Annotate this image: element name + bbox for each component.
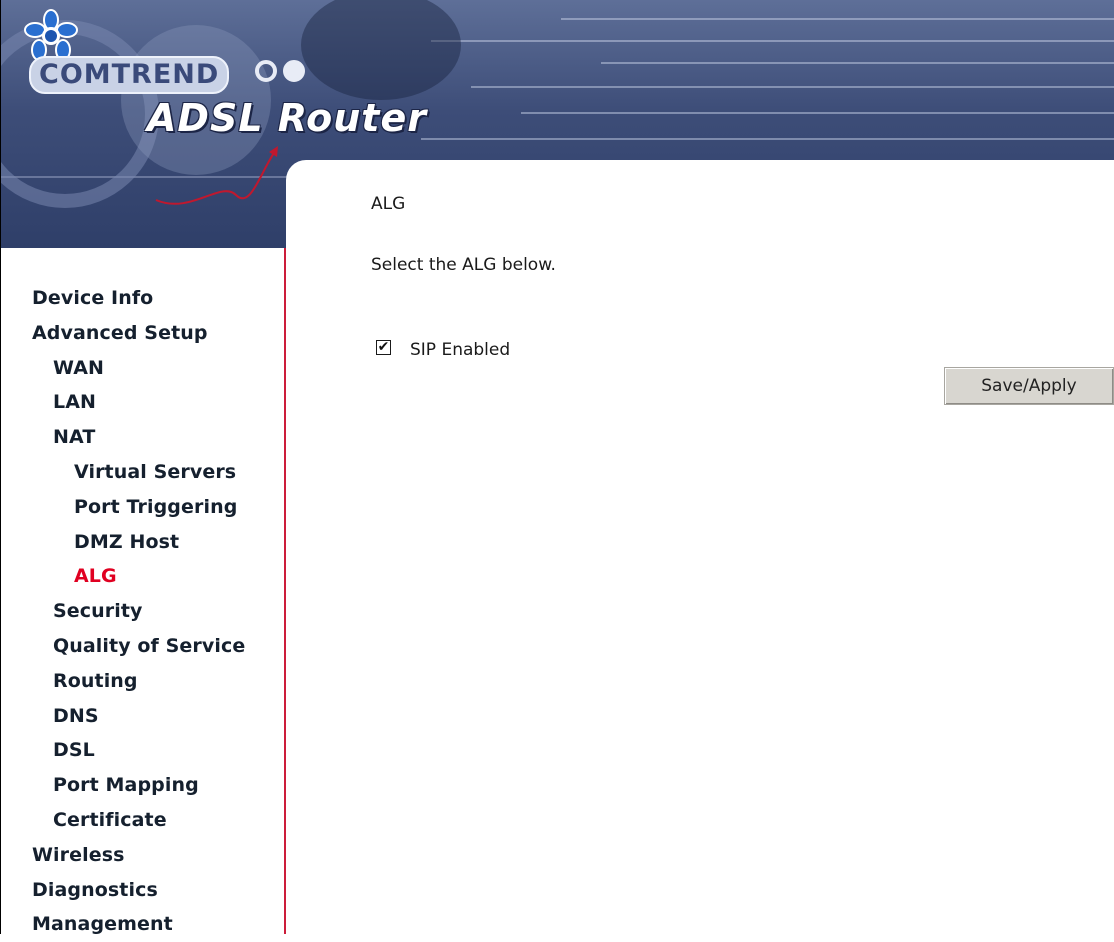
sip-enabled-checkbox[interactable]: ✔ (376, 340, 391, 355)
page-title: ALG (371, 194, 406, 214)
sidebar-item-quality-of-service[interactable]: Quality of Service (1, 629, 284, 664)
logo-ring-icon (255, 60, 277, 82)
brand-logo-text: COMTREND (29, 56, 230, 94)
sidebar-item-wan[interactable]: WAN (1, 351, 284, 386)
sidebar-item-wireless[interactable]: Wireless (1, 838, 284, 873)
sidebar-item-nat[interactable]: NAT (1, 420, 284, 455)
sidebar-item-advanced-setup[interactable]: Advanced Setup (1, 316, 284, 351)
content-panel (286, 160, 1114, 250)
sidebar-item-alg[interactable]: ALG (1, 559, 284, 594)
sidebar-nav: Device Info Advanced Setup WAN LAN NAT V… (1, 281, 284, 942)
logo-ring-icon (283, 60, 305, 82)
sidebar-item-dns[interactable]: DNS (1, 699, 284, 734)
sidebar-item-virtual-servers[interactable]: Virtual Servers (1, 455, 284, 490)
sidebar-item-diagnostics[interactable]: Diagnostics (1, 873, 284, 908)
sidebar-item-port-triggering[interactable]: Port Triggering (1, 490, 284, 525)
sidebar: Device Info Advanced Setup WAN LAN NAT V… (1, 248, 286, 935)
product-title: ADSL Router (147, 96, 427, 140)
sidebar-item-dsl[interactable]: DSL (1, 733, 284, 768)
sidebar-item-routing[interactable]: Routing (1, 664, 284, 699)
sidebar-item-lan[interactable]: LAN (1, 385, 284, 420)
sidebar-item-security[interactable]: Security (1, 594, 284, 629)
sidebar-item-certificate[interactable]: Certificate (1, 803, 284, 838)
sidebar-item-device-info[interactable]: Device Info (1, 281, 284, 316)
sip-enabled-label: SIP Enabled (410, 340, 511, 360)
sidebar-item-management[interactable]: Management (1, 907, 284, 942)
sidebar-item-dmz-host[interactable]: DMZ Host (1, 525, 284, 560)
sidebar-item-port-mapping[interactable]: Port Mapping (1, 768, 284, 803)
page-description: Select the ALG below. (371, 255, 556, 275)
save-apply-button[interactable]: Save/Apply (944, 367, 1114, 405)
